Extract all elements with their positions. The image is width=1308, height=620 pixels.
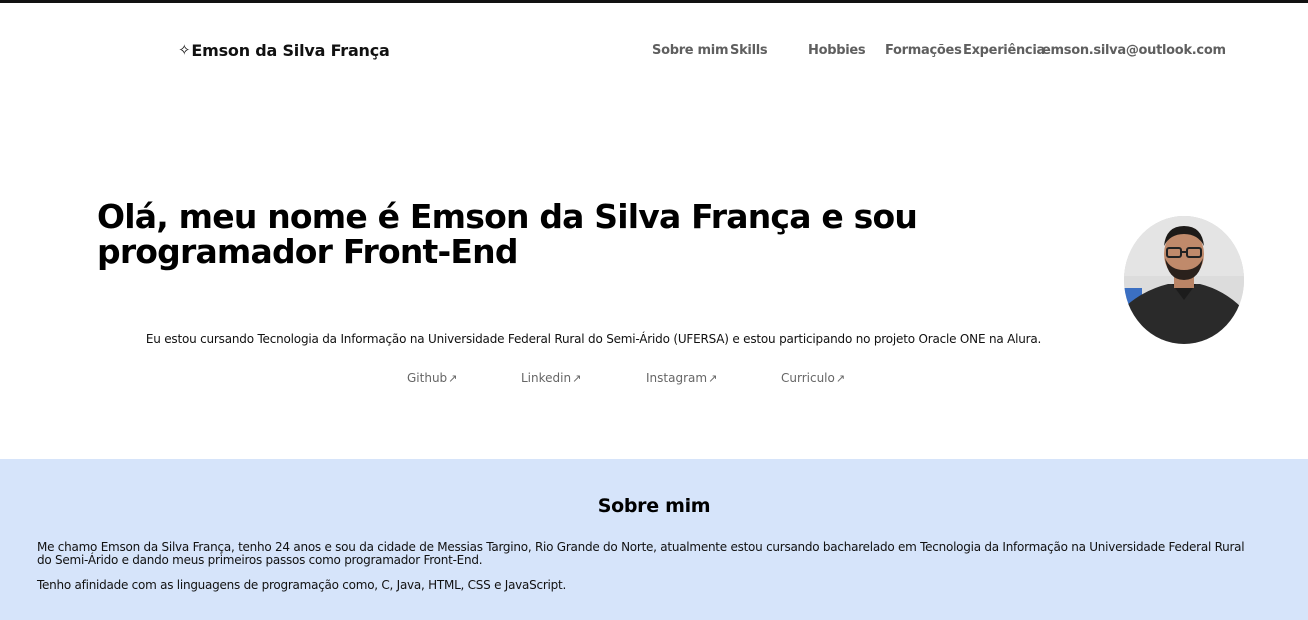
brand-name: Emson da Silva França bbox=[191, 41, 390, 60]
nav-sobre-mim[interactable]: Sobre mim bbox=[652, 43, 729, 58]
link-label: Curriculo bbox=[781, 371, 835, 385]
nav-hobbies[interactable]: Hobbies bbox=[808, 43, 866, 58]
sparkles-icon: ✧ bbox=[178, 40, 191, 59]
hero-description: Eu estou cursando Tecnologia da Informaç… bbox=[145, 332, 1042, 346]
link-label: Instagram bbox=[646, 371, 708, 385]
link-label: Linkedin bbox=[521, 371, 572, 385]
link-linkedin[interactable]: Linkedin↗ bbox=[521, 371, 581, 385]
link-github[interactable]: Github↗ bbox=[407, 371, 457, 385]
about-title: Sobre mim bbox=[597, 495, 711, 517]
about-paragraph-1: Me chamo Emson da Silva França, tenho 24… bbox=[37, 540, 1245, 567]
nav-formacoes[interactable]: Formações bbox=[885, 43, 962, 58]
nav-email[interactable]: emson.silva@outlook.com bbox=[1042, 43, 1226, 58]
about-paragraph-2: Tenho afinidade com as linguagens de pro… bbox=[37, 578, 567, 592]
nav-experiencia[interactable]: Experiência bbox=[963, 43, 1045, 58]
link-label: Github bbox=[407, 371, 448, 385]
top-border bbox=[0, 0, 1308, 3]
arrow-up-right-icon: ↗ bbox=[448, 372, 458, 385]
link-curriculo[interactable]: Curriculo↗ bbox=[781, 371, 845, 385]
brand-logo[interactable]: ✧ Emson da Silva França bbox=[178, 40, 390, 61]
nav-skills[interactable]: Skills bbox=[730, 43, 768, 58]
profile-photo bbox=[1124, 216, 1244, 344]
avatar bbox=[1124, 216, 1244, 344]
hero-title: Olá, meu nome é Emson da Silva França e … bbox=[97, 197, 918, 271]
arrow-up-right-icon: ↗ bbox=[835, 372, 846, 385]
arrow-up-right-icon: ↗ bbox=[572, 372, 582, 385]
about-section: Sobre mim Me chamo Emson da Silva França… bbox=[0, 459, 1308, 620]
arrow-up-right-icon: ↗ bbox=[708, 372, 718, 385]
link-instagram[interactable]: Instagram↗ bbox=[646, 371, 717, 385]
